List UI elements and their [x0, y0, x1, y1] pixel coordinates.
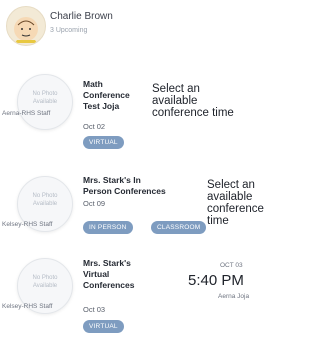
conference-title: Mrs. Stark's In Person Conferences [83, 175, 166, 196]
conference-date: Oct 02 [83, 122, 106, 131]
select-time-prompt[interactable]: Select an available conference time [152, 83, 234, 119]
conference-title: Mrs. Stark's Virtual Conferences [83, 258, 135, 290]
classroom-badge: CLASSROOM [151, 221, 207, 234]
booked-host: Aerna Joja [218, 293, 250, 300]
no-photo-label: No Photo Available [32, 91, 58, 105]
no-photo-label: No Photo Available [32, 275, 58, 289]
conference-row[interactable]: No Photo Available Kelsey-RHS Staff Mrs.… [0, 166, 273, 250]
booked-time[interactable]: 5:40 PM [188, 272, 244, 289]
virtual-badge: VIRTUAL [83, 136, 124, 149]
conference-row[interactable]: No Photo Available Kelsey-RHS Staff Mrs.… [0, 248, 273, 333]
staff-name: Kelsey-RHS Staff [2, 221, 53, 228]
booked-date: OCT 03 [220, 262, 243, 269]
conference-date: Oct 03 [83, 305, 106, 314]
no-photo-label: No Photo Available [32, 193, 58, 207]
virtual-badge: VIRTUAL [83, 320, 124, 333]
conference-date: Oct 09 [83, 199, 106, 208]
staff-name: Kelsey-RHS Staff [2, 303, 53, 310]
user-name: Charlie Brown [50, 11, 113, 22]
user-header: Charlie Brown 3 Upcoming [0, 0, 273, 54]
conference-title: Math Conference Test Joja [83, 79, 130, 111]
upcoming-count: 3 Upcoming [50, 27, 88, 34]
charlie-brown-avatar-icon [14, 17, 38, 43]
staff-photo-placeholder: No Photo Available [17, 74, 73, 130]
select-time-prompt[interactable]: Select an available conference time [207, 179, 264, 227]
staff-name: Aerna-RHS Staff [2, 110, 51, 117]
avatar[interactable] [6, 6, 46, 46]
in-person-badge: IN PERSON [83, 221, 133, 234]
conference-row[interactable]: No Photo Available Aerna-RHS Staff Math … [0, 64, 273, 149]
